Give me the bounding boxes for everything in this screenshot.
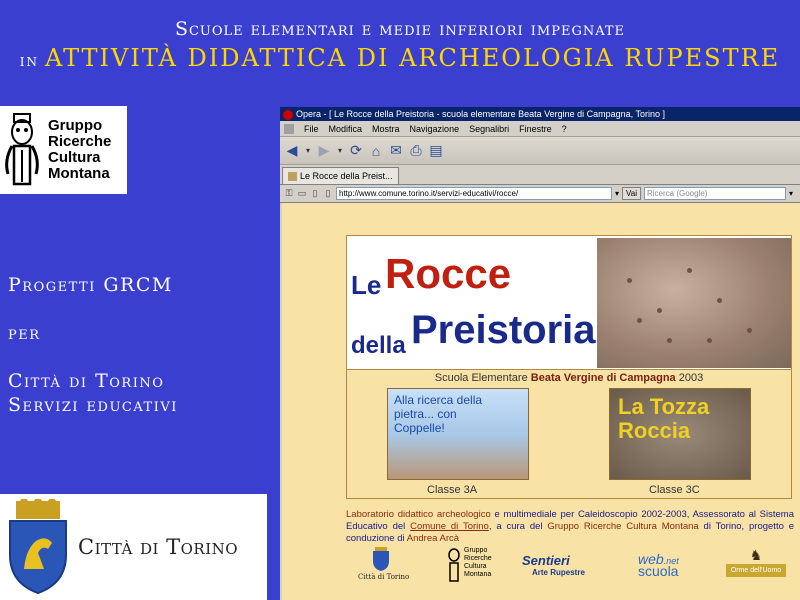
back-icon[interactable]: ◀ xyxy=(284,142,300,159)
logo5-text: Orme dell'Uomo xyxy=(726,564,786,577)
logo1-text: Città di Torino xyxy=(358,573,410,581)
browser-titlebar: Opera - [ Le Rocce della Preistoria - sc… xyxy=(280,107,800,121)
opera-browser-window: Opera - [ Le Rocce della Preistoria - sc… xyxy=(280,107,800,600)
class-3a-thumbnail[interactable]: Alla ricerca della pietra... con Coppell… xyxy=(387,388,529,480)
logo-citta-torino[interactable]: Città di Torino xyxy=(358,547,410,581)
subtitle-pre: Scuola Elementare xyxy=(434,372,528,384)
logo3-sentieri: Sentieri xyxy=(522,553,570,568)
copy-icon[interactable]: ▯ xyxy=(323,186,333,202)
menu-mostra[interactable]: Mostra xyxy=(372,121,400,136)
menu-file[interactable]: File xyxy=(304,121,319,136)
menubar: File Modifica Mostra Navigazione Segnali… xyxy=(280,121,800,137)
page-info-icon[interactable]: ▭ xyxy=(297,186,307,202)
hero-image: Le Rocce della Preistoria xyxy=(347,236,791,370)
thumb-a-text: Alla ricerca della pietra... con Coppell… xyxy=(394,393,483,435)
logo-grcm[interactable]: Gruppo Ricerche Cultura Montana xyxy=(446,547,492,583)
hero-le: Le xyxy=(351,270,382,300)
page-icon[interactable]: ▤ xyxy=(428,142,444,159)
home-icon[interactable]: ⌂ xyxy=(368,143,384,159)
partner-logos: Città di Torino Gruppo Ricerche Cultura … xyxy=(346,547,794,597)
citta-torino-text: Città di Torino xyxy=(78,535,239,559)
go-button[interactable]: Vai xyxy=(622,187,641,200)
grcm-logo: Gruppo Ricerche Cultura Montana xyxy=(0,106,127,194)
slide-title-line1: Scuole elementari e medie inferiori impe… xyxy=(174,18,626,40)
tab-bar: Le Rocce della Preist... xyxy=(280,165,800,185)
reload-icon[interactable]: ⟳ xyxy=(348,142,364,159)
logo-webscuola[interactable]: web.net scuola xyxy=(638,551,679,579)
subtitle-year: 2003 xyxy=(678,372,704,384)
hero-della: della xyxy=(351,332,406,359)
page-favicon-icon xyxy=(288,171,297,181)
security-icon[interactable]: ⚿ xyxy=(284,186,294,202)
slide-title-main: ATTIVITÀ DIDATTICA DI ARCHEOLOGIA RUPEST… xyxy=(45,44,781,72)
doc-icon xyxy=(284,124,294,134)
page-banner: Le Rocce della Preistoria Scuola Element… xyxy=(346,235,792,499)
logo2-line1: Gruppo xyxy=(464,547,488,554)
hotlist-icon[interactable]: ✉ xyxy=(388,142,404,159)
dropdown-icon[interactable]: ▾ xyxy=(336,143,344,159)
grcm-line-3: Cultura xyxy=(48,149,101,166)
menu-finestre[interactable]: Finestre xyxy=(519,121,552,136)
window-title: Opera - [ Le Rocce della Preistoria - sc… xyxy=(296,109,666,119)
para-text-3: , a cura del xyxy=(488,521,548,532)
logo2-line2: Ricerche xyxy=(464,555,492,562)
class-3c-thumbnail[interactable]: La Tozza Roccia xyxy=(609,388,751,480)
address-bar: ⚿ ▭ ▯ ▯ http://www.comune.torino.it/serv… xyxy=(280,185,800,203)
torino-crest-small-icon xyxy=(373,547,389,571)
class-3c-link[interactable]: Classe 3C xyxy=(649,484,700,496)
thumb-c-text: La Tozza Roccia xyxy=(618,394,710,443)
school-subtitle: Scuola Elementare Beata Vergine di Campa… xyxy=(347,372,791,384)
left-citta: Città di Torino xyxy=(8,370,165,392)
menu-help[interactable]: ? xyxy=(562,121,567,136)
left-per: per xyxy=(8,322,41,344)
menu-segnalibri[interactable]: Segnalibri xyxy=(469,121,509,136)
grcm-link[interactable]: Gruppo Ricerche Cultura Montana xyxy=(547,521,698,532)
grcm-figure-small-icon xyxy=(448,548,460,582)
hero-preistoria: Preistoria xyxy=(411,308,596,352)
search-input[interactable]: Ricerca (Google) xyxy=(643,187,786,200)
arca-link[interactable]: Andrea Arcà xyxy=(407,533,459,544)
class-3a-link[interactable]: Classe 3A xyxy=(427,484,477,496)
logo-orme[interactable]: ♞ Orme dell'Uomo xyxy=(726,547,786,577)
opera-icon xyxy=(283,109,293,120)
rock-photo xyxy=(597,238,791,368)
logo-sentieri[interactable]: Sentieri Arte Rupestre xyxy=(522,553,585,577)
search-dropdown-icon[interactable]: ▾ xyxy=(789,189,793,198)
torino-crest-icon xyxy=(9,499,67,595)
comune-link[interactable]: Comune di Torino xyxy=(410,521,489,532)
left-servizi: Servizi educativi xyxy=(8,394,178,416)
save-icon[interactable]: ▯ xyxy=(310,186,320,202)
para-lab: Laboratorio didattico archeologico xyxy=(346,509,491,520)
subtitle-school: Beata Vergine di Campagna xyxy=(530,372,676,384)
forward-icon[interactable]: ▶ xyxy=(316,142,332,159)
description-paragraph: Laboratorio didattico archeologico e mul… xyxy=(346,509,794,545)
toolbar: ◀ ▾ ▶ ▾ ⟳ ⌂ ✉ ⎙ ▤ xyxy=(280,137,800,165)
logo4-scuola: scuola xyxy=(638,563,679,579)
menu-modifica[interactable]: Modifica xyxy=(329,121,363,136)
menu-navigazione[interactable]: Navigazione xyxy=(410,121,460,136)
web-page: Le Rocce della Preistoria Scuola Element… xyxy=(282,203,800,600)
dropdown-icon[interactable]: ▾ xyxy=(304,143,312,159)
address-dropdown-icon[interactable]: ▾ xyxy=(615,189,619,198)
tab-rocce[interactable]: Le Rocce della Preist... xyxy=(282,167,399,184)
citta-torino-logo: Città di Torino xyxy=(0,494,267,600)
slide-title-in: in xyxy=(19,51,40,71)
grcm-line-2: Ricerche xyxy=(48,133,112,150)
grcm-figure-icon xyxy=(5,113,39,186)
footprint-icon: ♞ xyxy=(749,547,763,563)
tab-label: Le Rocce della Preist... xyxy=(300,171,393,181)
hero-rocce: Rocce xyxy=(385,250,512,297)
logo3-arte: Arte Rupestre xyxy=(532,568,585,577)
left-progetti: Progetti GRCM xyxy=(8,274,173,296)
print-icon[interactable]: ⎙ xyxy=(408,142,424,159)
address-input[interactable]: http://www.comune.torino.it/servizi-educ… xyxy=(336,187,612,200)
logo2-line3: Cultura xyxy=(464,563,487,570)
grcm-line-1: Gruppo xyxy=(48,117,103,134)
slide-title-line2: in ATTIVITÀ DIDATTICA DI ARCHEOLOGIA RUPE… xyxy=(0,44,800,72)
logo2-line4: Montana xyxy=(464,571,492,578)
grcm-line-4: Montana xyxy=(48,165,110,182)
